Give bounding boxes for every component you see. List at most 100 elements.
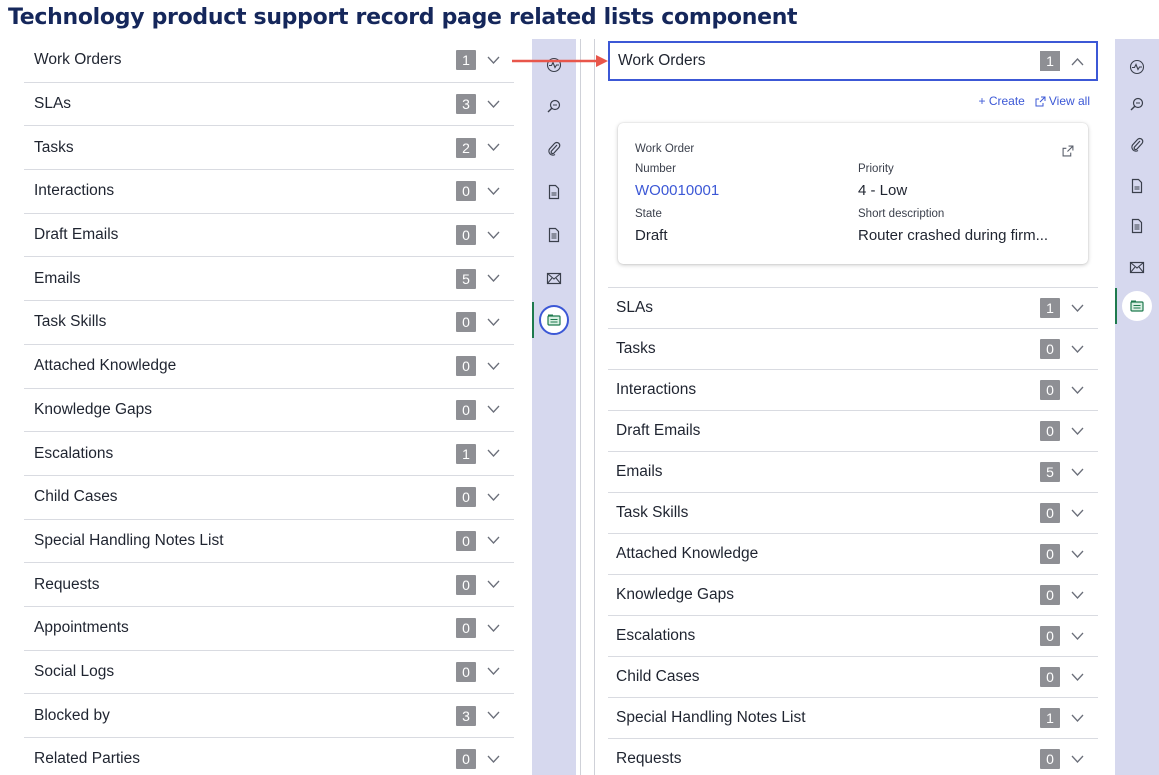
rail-button-document[interactable]	[1115, 168, 1159, 204]
chevron-down-icon[interactable]	[1068, 504, 1086, 522]
related-list-row[interactable]: Child Cases 0	[608, 657, 1098, 698]
related-list-row[interactable]: SLAs 1	[608, 288, 1098, 329]
chevron-down-icon[interactable]	[484, 51, 502, 69]
chevron-down-icon[interactable]	[484, 707, 502, 725]
chevron-down-icon[interactable]	[484, 576, 502, 594]
chevron-down-icon[interactable]	[1068, 586, 1086, 604]
work-order-number-link[interactable]: WO0010001	[635, 182, 719, 199]
chevron-down-icon[interactable]	[484, 401, 502, 419]
count-badge: 0	[456, 574, 476, 595]
related-list-row[interactable]: Special Handling Notes List 0	[24, 520, 514, 564]
related-list-row[interactable]: Tasks 2	[24, 126, 514, 171]
chevron-down-icon[interactable]	[484, 619, 502, 637]
chevron-down-icon[interactable]	[484, 663, 502, 681]
rail-button-document-lines[interactable]	[1115, 208, 1159, 244]
work-orders-expanded-header[interactable]: Work Orders 1	[608, 41, 1098, 81]
related-list-label: Tasks	[616, 340, 656, 357]
chevron-down-icon[interactable]	[484, 532, 502, 550]
related-list-row[interactable]: Child Cases 0	[24, 476, 514, 520]
chevron-down-icon[interactable]	[484, 182, 502, 200]
right-related-lists: SLAs 1 Tasks 0 Interactions 0 Draft Emails 0 Ema…	[608, 288, 1098, 775]
related-list-label: Task Skills	[34, 313, 107, 331]
related-list-row[interactable]: Related Parties 0	[24, 738, 514, 775]
chevron-up-icon[interactable]	[1068, 52, 1086, 70]
related-list-row[interactable]: Attached Knowledge 0	[24, 345, 514, 389]
rail-button-search-knowledge[interactable]	[532, 88, 576, 124]
chevron-down-icon[interactable]	[484, 226, 502, 244]
related-list-row[interactable]: Social Logs 0	[24, 651, 514, 695]
active-rail-bar	[532, 302, 534, 338]
related-list-row[interactable]: Appointments 0	[24, 607, 514, 651]
related-list-row[interactable]: Emails 5	[24, 257, 514, 302]
related-list-row[interactable]: Escalations 0	[608, 616, 1098, 657]
related-list-row[interactable]: Requests 0	[608, 739, 1098, 775]
related-list-row[interactable]: Escalations 1	[24, 432, 514, 476]
chevron-down-icon[interactable]	[484, 139, 502, 157]
rail-button-email[interactable]	[1115, 249, 1159, 285]
active-rail-bar	[1115, 288, 1117, 324]
chevron-down-icon[interactable]	[484, 313, 502, 331]
related-lists-icon	[1129, 298, 1145, 314]
rail-button-paperclip[interactable]	[532, 131, 576, 167]
rail-button-document[interactable]	[532, 174, 576, 210]
chevron-down-icon[interactable]	[484, 270, 502, 288]
related-list-row[interactable]: Blocked by 3	[24, 694, 514, 738]
related-list-row[interactable]: Interactions 0	[24, 170, 514, 214]
rail-button-search-knowledge[interactable]	[1115, 86, 1159, 122]
chevron-down-icon[interactable]	[484, 357, 502, 375]
rail-button-activity[interactable]	[1115, 49, 1159, 85]
chevron-down-icon[interactable]	[1068, 422, 1086, 440]
rail-button-related-lists[interactable]	[1115, 288, 1159, 324]
related-list-row[interactable]: Draft Emails 0	[608, 411, 1098, 452]
chevron-down-icon[interactable]	[1068, 299, 1086, 317]
related-list-row[interactable]: SLAs 3	[24, 83, 514, 127]
related-list-label: Attached Knowledge	[34, 357, 177, 375]
view-all-link[interactable]: View all	[1035, 94, 1090, 108]
rail-button-related-lists[interactable]	[532, 302, 576, 338]
related-list-row[interactable]: Work Orders 1	[24, 39, 514, 83]
chevron-down-icon[interactable]	[484, 95, 502, 113]
related-list-label: Draft Emails	[34, 226, 119, 244]
count-badge: 0	[1040, 339, 1060, 359]
chevron-down-icon[interactable]	[484, 750, 502, 768]
chevron-down-icon[interactable]	[1068, 750, 1086, 768]
chevron-down-icon[interactable]	[1068, 545, 1086, 563]
related-list-row[interactable]: Task Skills 0	[608, 493, 1098, 534]
chevron-down-icon[interactable]	[1068, 463, 1086, 481]
related-list-row[interactable]: Emails 5	[608, 452, 1098, 493]
chevron-down-icon[interactable]	[1068, 668, 1086, 686]
related-list-row[interactable]: Attached Knowledge 0	[608, 534, 1098, 575]
external-link-icon[interactable]	[1062, 145, 1074, 157]
related-list-label: Work Orders	[618, 52, 706, 69]
rail-button-paperclip[interactable]	[1115, 127, 1159, 163]
related-list-row[interactable]: Special Handling Notes List 1	[608, 698, 1098, 739]
related-list-row[interactable]: Tasks 0	[608, 329, 1098, 370]
related-list-label: Task Skills	[616, 504, 689, 521]
chevron-down-icon[interactable]	[1068, 340, 1086, 358]
rail-button-document-lines[interactable]	[532, 217, 576, 253]
chevron-down-icon[interactable]	[1068, 381, 1086, 399]
related-list-row[interactable]: Interactions 0	[608, 370, 1098, 411]
chevron-down-icon[interactable]	[484, 488, 502, 506]
related-list-row[interactable]: Requests 0	[24, 563, 514, 607]
document-lines-icon	[1129, 218, 1145, 234]
related-list-label: Requests	[34, 575, 100, 593]
chevron-down-icon[interactable]	[1068, 627, 1086, 645]
work-order-card[interactable]: Work Order Number WO0010001 Priority 4 -…	[618, 123, 1088, 264]
chevron-down-icon[interactable]	[1068, 709, 1086, 727]
chevron-down-icon[interactable]	[484, 445, 502, 463]
state-value: Draft	[635, 227, 668, 244]
related-lists-icon	[546, 312, 562, 328]
paperclip-icon	[546, 141, 562, 157]
create-link[interactable]: + Create	[979, 94, 1025, 108]
related-list-row[interactable]: Draft Emails 0	[24, 214, 514, 258]
related-list-row[interactable]: Task Skills 0	[24, 301, 514, 345]
count-badge: 0	[456, 312, 476, 333]
count-badge: 0	[456, 618, 476, 639]
count-badge: 0	[456, 181, 476, 202]
related-list-row[interactable]: Knowledge Gaps 0	[608, 575, 1098, 616]
related-list-row[interactable]: Knowledge Gaps 0	[24, 389, 514, 433]
rail-button-email[interactable]	[532, 260, 576, 296]
count-badge: 1	[456, 443, 476, 464]
left-related-lists: Work Orders 1 SLAs 3 Tasks 2 Interactions 0 Draf…	[24, 39, 514, 775]
